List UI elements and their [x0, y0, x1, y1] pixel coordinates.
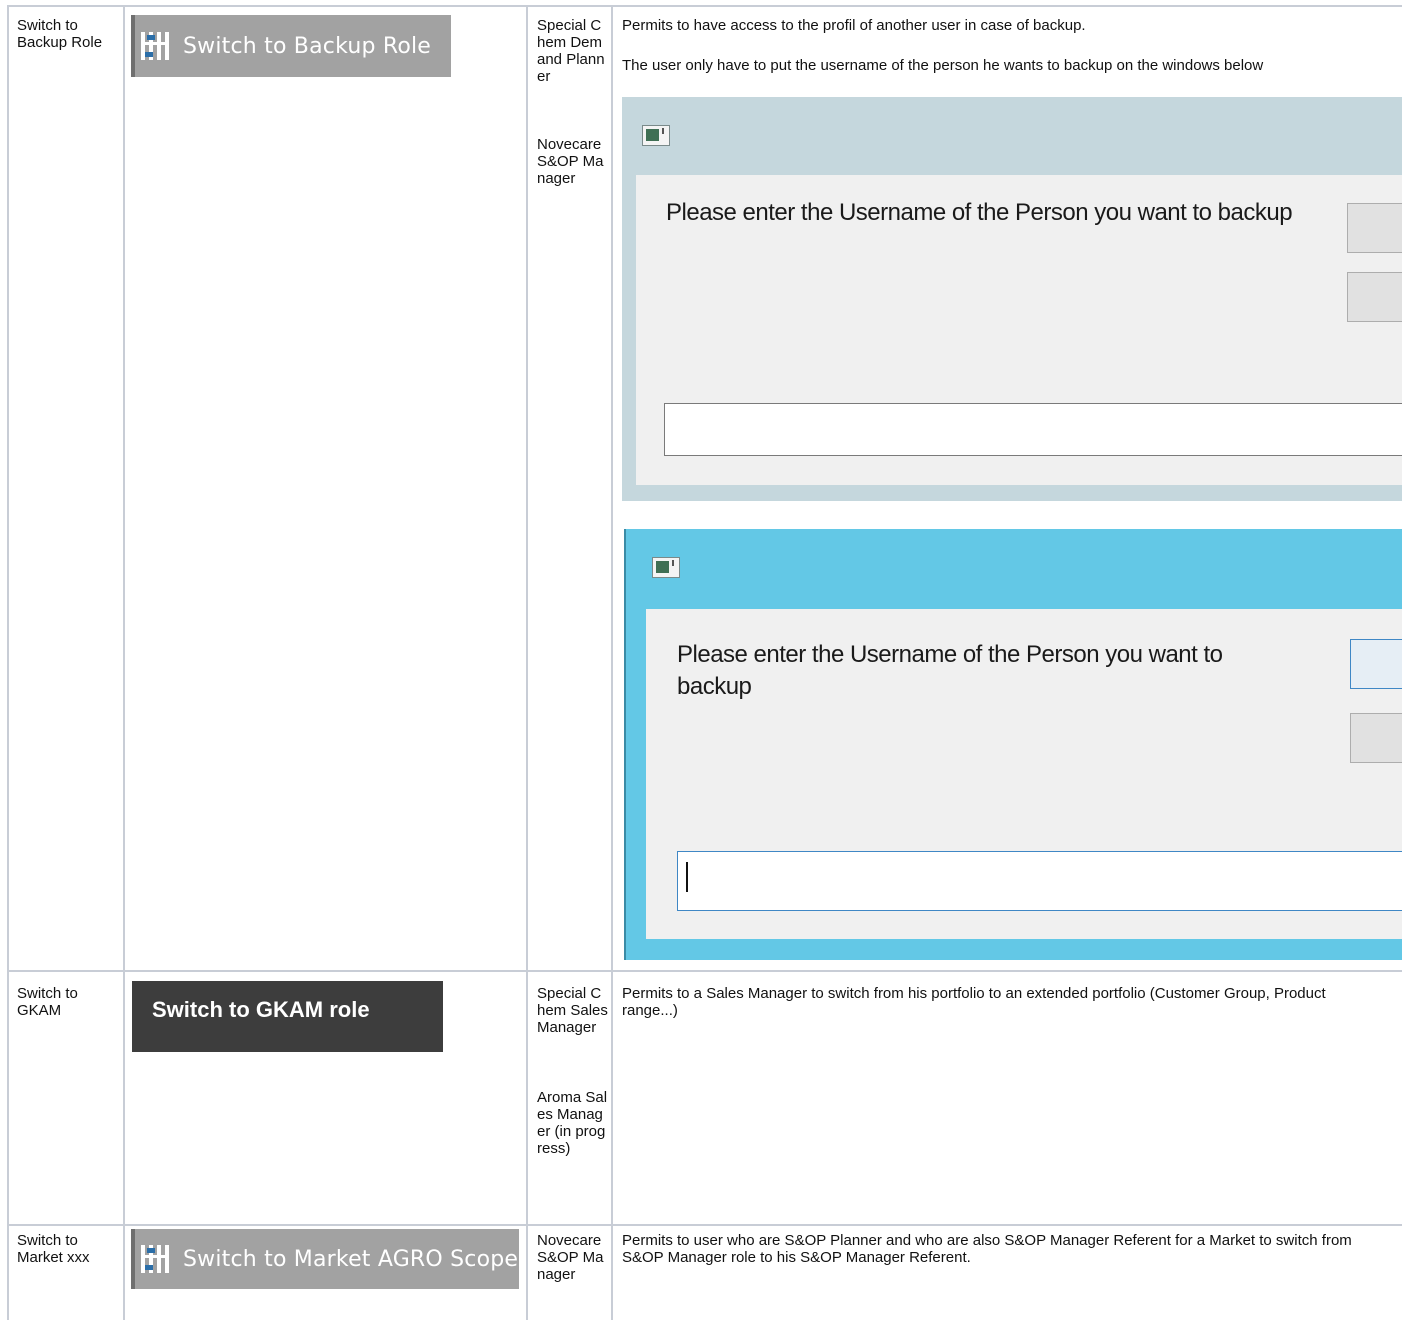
features-table: Switch to Backup Role Switch to Backup R… — [0, 0, 1402, 1320]
button-label: Switch to Backup Role — [183, 33, 432, 59]
username-input[interactable] — [664, 403, 1402, 456]
text-cursor — [686, 862, 688, 892]
column-divider — [526, 5, 528, 1320]
dialog-prompt: Please enter the Username of the Person … — [677, 641, 1223, 700]
role-name: Novecare S&OP Manager — [537, 1232, 604, 1283]
window-app-icon — [652, 557, 680, 578]
button-label: Switch to Market AGRO Scope — [183, 1246, 519, 1272]
feature-name: Switch to Market xxx — [17, 1232, 90, 1266]
role-name: Novecare S&OP Manager — [537, 136, 604, 187]
switch-to-market-scope-button[interactable]: Switch to Market AGRO Scope — [131, 1229, 519, 1289]
dialog-client-area: Please enter the Username of the Person … — [646, 609, 1402, 939]
org-chart-icon — [141, 1243, 173, 1275]
column-divider — [611, 5, 613, 1320]
ok-button[interactable] — [1347, 203, 1402, 253]
backup-username-dialog: Please enter the Username of the Person … — [622, 97, 1402, 501]
description-text: Permits to user who are S&OP Planner and… — [622, 1232, 1352, 1266]
switch-to-gkam-role-button[interactable]: Switch to GKAM role — [132, 981, 443, 1052]
description-text: Permits to have access to the profil of … — [622, 17, 1086, 34]
row-divider — [7, 970, 1402, 972]
button-label: Switch to GKAM role — [152, 996, 370, 1022]
dialog-prompt: Please enter the Username of the Person … — [666, 199, 1293, 226]
feature-name: Switch to Backup Role — [17, 17, 103, 51]
username-input[interactable] — [677, 851, 1402, 911]
table-border-top — [7, 5, 1402, 7]
ok-button[interactable] — [1350, 639, 1402, 689]
dialog-client-area: Please enter the Username of the Person … — [636, 175, 1402, 485]
row-divider — [7, 1224, 1402, 1226]
description-text: The user only have to put the username o… — [622, 57, 1264, 74]
role-name: Aroma Sales Manager (in progress) — [537, 1089, 608, 1157]
feature-name: Switch to GKAM — [17, 985, 78, 1019]
description-text: Permits to a Sales Manager to switch fro… — [622, 985, 1326, 1019]
cancel-button[interactable] — [1350, 713, 1402, 763]
column-divider — [7, 5, 9, 1320]
column-divider — [123, 5, 125, 1320]
org-chart-icon — [141, 30, 173, 62]
backup-username-dialog-active: Please enter the Username of the Person … — [624, 529, 1402, 960]
switch-to-backup-role-button[interactable]: Switch to Backup Role — [131, 15, 451, 77]
cancel-button[interactable] — [1347, 272, 1402, 322]
window-app-icon — [642, 125, 670, 146]
role-name: Special Chem Demand Planner — [537, 17, 605, 85]
role-name: Special Chem Sales Manager — [537, 985, 608, 1036]
